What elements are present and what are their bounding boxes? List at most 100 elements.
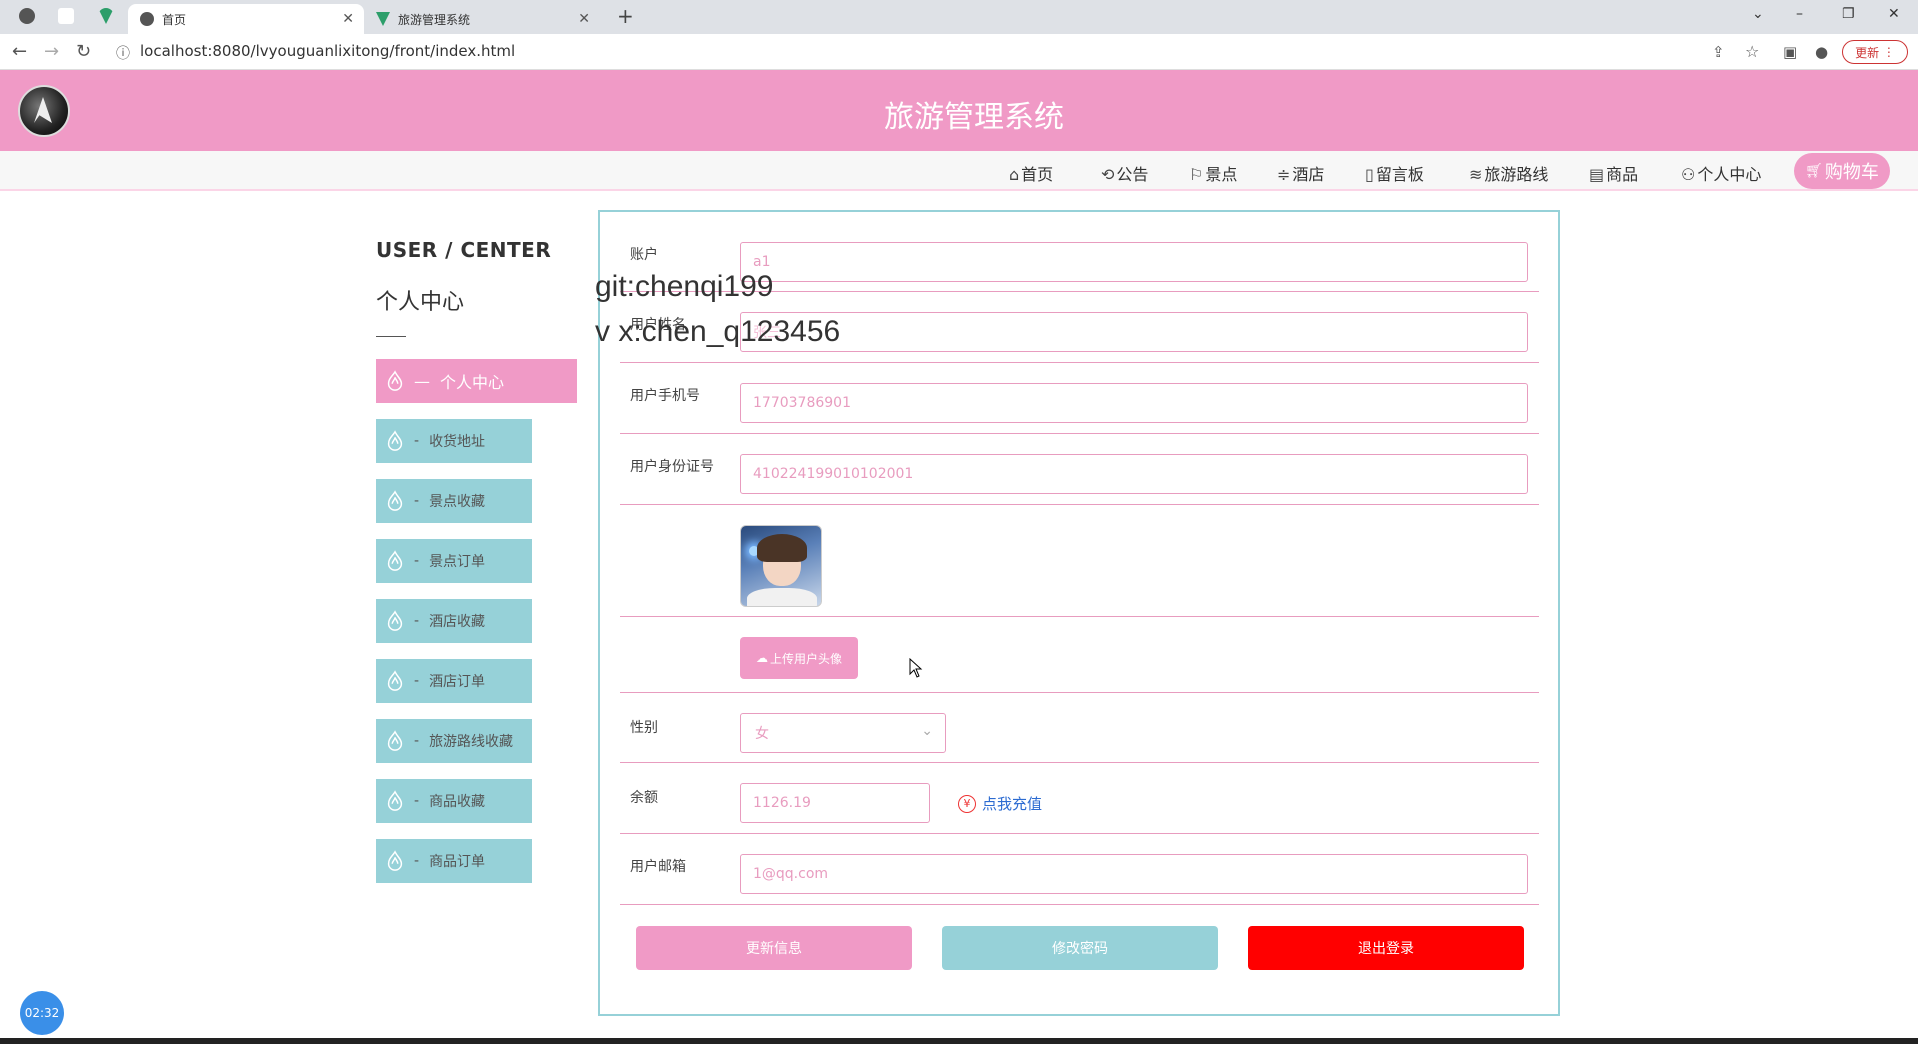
cloud-upload-icon: ☁ (755, 651, 768, 665)
menu-item-notice[interactable]: ⟲ 公告 (1101, 161, 1148, 185)
phone-input[interactable]: 17703786901 (740, 383, 1528, 423)
bookmark-star-icon[interactable]: ☆ (1745, 42, 1759, 61)
flame-icon (387, 430, 403, 451)
pinned-tab-icon[interactable] (19, 8, 35, 24)
user-icon: ⚇ (1681, 165, 1696, 184)
user-center-title-en: USER / CENTER (376, 238, 552, 262)
flame-icon (387, 370, 403, 391)
sidebar-item-user-center[interactable]: — 个人中心 (376, 359, 577, 403)
menu-item-message-board[interactable]: ▯ 留言板 (1365, 161, 1424, 185)
gender-label: 性别 (630, 720, 658, 736)
watermark-line2: v x:chen_q123456 (595, 315, 841, 348)
logout-button[interactable]: 退出登录 (1248, 926, 1524, 970)
flame-icon (387, 730, 403, 751)
share-icon[interactable]: ⇪ (1712, 43, 1725, 61)
chevron-down-icon: ⌄ (921, 723, 933, 739)
idcard-label: 用户身份证号 (630, 459, 714, 475)
browser-tab-bar: 首页 ✕ 旅游管理系统 ✕ + ⌄ – ❐ ✕ (0, 0, 1918, 34)
cart-button[interactable]: 🛒︎ 购物车 (1794, 153, 1890, 189)
tab-travel-system[interactable]: 旅游管理系统 ✕ (364, 4, 600, 34)
address-bar: ← → ↻ ⓘ localhost:8080/lvyouguanlixitong… (0, 34, 1918, 70)
browser-update-button[interactable]: 更新 ⋮ (1842, 40, 1908, 64)
sidebar-item-goods-orders[interactable]: - 商品订单 (376, 839, 532, 883)
app-header: 旅游管理系统 (0, 70, 1918, 151)
flame-icon (387, 490, 403, 511)
vue-tab-icon[interactable] (98, 8, 114, 24)
info-icon[interactable]: ⓘ (116, 43, 130, 63)
new-tab-icon[interactable]: + (617, 4, 634, 28)
restore-icon[interactable]: ❐ (1842, 6, 1855, 22)
form-row-email: 用户邮箱 1@qq.com (620, 834, 1539, 905)
mouse-cursor-icon (909, 658, 923, 678)
sidebar-item-hotel-favorites[interactable]: - 酒店收藏 (376, 599, 532, 643)
site-title: 旅游管理系统 (884, 100, 1064, 135)
back-icon[interactable]: ← (12, 41, 27, 62)
vue-icon (376, 12, 390, 26)
sliders-icon: ≑ (1277, 165, 1291, 184)
menu-item-hotel[interactable]: ≑ 酒店 (1277, 161, 1324, 185)
flag-icon: ⚐ (1189, 165, 1204, 184)
profile-icon[interactable]: ● (1815, 43, 1828, 61)
form-row-balance: 余额 1126.19 ¥ 点我充值 (620, 763, 1539, 834)
form-row-phone: 用户手机号 17703786901 (620, 363, 1539, 434)
book-icon: ▯ (1365, 165, 1374, 184)
sidebar-item-hotel-orders[interactable]: - 酒店订单 (376, 659, 532, 703)
pinned-tab-icon[interactable] (58, 8, 74, 24)
account-label: 账户 (630, 247, 658, 263)
gender-select[interactable]: 女 ⌄ (740, 713, 946, 753)
update-info-button[interactable]: 更新信息 (636, 926, 912, 970)
change-password-button[interactable]: 修改密码 (942, 926, 1218, 970)
email-input[interactable]: 1@qq.com (740, 854, 1528, 894)
upload-avatar-button[interactable]: ☁ 上传用户头像 (740, 637, 858, 679)
form-row-avatar (620, 505, 1539, 617)
balance-input[interactable]: 1126.19 (740, 783, 930, 823)
menu-item-goods[interactable]: ▤ 商品 (1589, 161, 1638, 185)
balance-label: 余额 (630, 790, 658, 806)
idcard-input[interactable]: 410224199010102001 (740, 454, 1528, 494)
menu-item-scenic[interactable]: ⚐ 景点 (1189, 161, 1237, 185)
notice-icon: ⟲ (1101, 165, 1115, 184)
close-window-icon[interactable]: ✕ (1888, 6, 1900, 22)
sidebar-item-scenic-orders[interactable]: - 景点订单 (376, 539, 532, 583)
flame-icon (387, 550, 403, 571)
menu-item-home[interactable]: ⌂ 首页 (1009, 161, 1053, 185)
minimize-icon[interactable]: – (1796, 6, 1803, 22)
close-tab-icon[interactable]: ✕ (342, 11, 354, 27)
user-center-title-cn: 个人中心 (376, 290, 465, 315)
phone-label: 用户手机号 (630, 388, 700, 404)
flame-icon (387, 850, 403, 871)
screen: { "browser": { "tabs": [ {"title": "首页",… (0, 0, 1918, 1044)
globe-icon (140, 12, 154, 26)
form-row-gender: 性别 女 ⌄ (620, 693, 1539, 763)
account-input[interactable]: a1 (740, 242, 1528, 282)
sidebar-item-route-favorites[interactable]: - 旅游路线收藏 (376, 719, 532, 763)
recharge-link[interactable]: ¥ 点我充值 (958, 793, 1042, 814)
close-tab-icon[interactable]: ✕ (578, 11, 590, 27)
main-menu: ⌂ 首页 ⟲ 公告 ⚐ 景点 ≑ 酒店 ▯ 留言板 ≋ 旅游路线 ▤ 商品 ⚇ 个人中心 🛒︎ 购… (0, 151, 1918, 191)
sidebar-item-goods-favorites[interactable]: - 商品收藏 (376, 779, 532, 823)
menu-item-routes[interactable]: ≋ 旅游路线 (1469, 161, 1548, 185)
tab-search-icon[interactable]: ⌄ (1752, 6, 1764, 22)
forward-icon[interactable]: → (44, 41, 59, 62)
menu-item-user-center[interactable]: ⚇ 个人中心 (1681, 161, 1761, 185)
sidepanel-icon[interactable]: ▣ (1783, 43, 1797, 61)
reload-icon[interactable]: ↻ (76, 41, 91, 62)
title-divider (376, 336, 406, 337)
flame-icon (387, 670, 403, 691)
sidebar-item-scenic-favorites[interactable]: - 景点收藏 (376, 479, 532, 523)
timer-badge[interactable]: 02:32 (20, 991, 64, 1035)
form-row-idcard: 用户身份证号 410224199010102001 (620, 434, 1539, 505)
tab-home[interactable]: 首页 ✕ (128, 4, 364, 34)
url-field[interactable]: localhost:8080/lvyouguanlixitong/front/i… (140, 42, 515, 60)
flame-icon (387, 790, 403, 811)
flame-icon (387, 610, 403, 631)
home-icon: ⌂ (1009, 165, 1020, 184)
cart-icon: 🛒︎ (1805, 163, 1823, 179)
bottom-strip (0, 1038, 1918, 1044)
username-input[interactable]: 张三 (740, 312, 1528, 352)
sidebar-item-address[interactable]: - 收货地址 (376, 419, 532, 463)
email-label: 用户邮箱 (630, 859, 686, 875)
form-row-upload: ☁ 上传用户头像 (620, 617, 1539, 693)
user-avatar (740, 525, 822, 607)
goods-icon: ▤ (1589, 165, 1605, 184)
